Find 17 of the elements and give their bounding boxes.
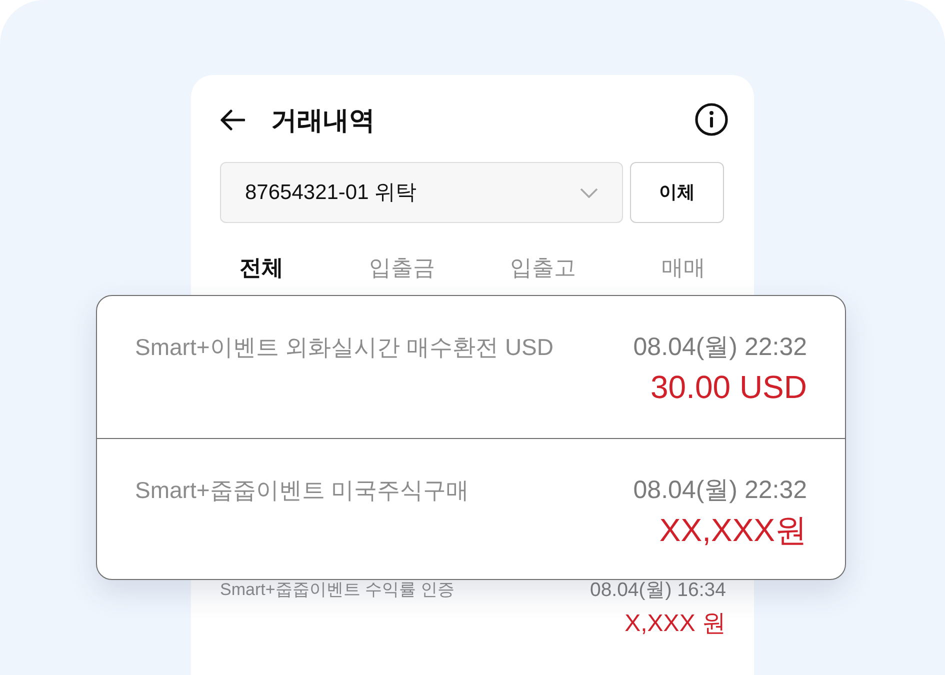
transaction-description: Smart+줍줍이벤트 수익률 인증 [220,579,455,601]
transaction-amount: XX,XXX원 [659,511,807,549]
info-icon[interactable] [695,103,728,136]
account-number: 87654321-01 위탁 [245,180,417,206]
chevron-down-icon [580,188,598,198]
transaction-description: Smart+이벤트 외화실시간 매수환전 USD [135,333,554,362]
transaction-amount: X,XXX 원 [624,609,726,639]
page-title: 거래내역 [271,104,375,137]
back-arrow-icon[interactable] [219,109,245,131]
transaction-datetime: 08.04(월) 22:32 [633,475,807,506]
transaction-datetime: 08.04(월) 16:34 [590,578,726,602]
transaction-datetime: 08.04(월) 22:32 [633,332,807,363]
transaction-description: Smart+줍줍이벤트 미국주식구매 [135,476,470,505]
transfer-button[interactable]: 이체 [630,162,724,223]
account-dropdown[interactable]: 87654321-01 위탁 [220,162,623,223]
tab[interactable]: 전체 [191,247,332,289]
transaction-amount: 30.00 USD [650,368,807,406]
